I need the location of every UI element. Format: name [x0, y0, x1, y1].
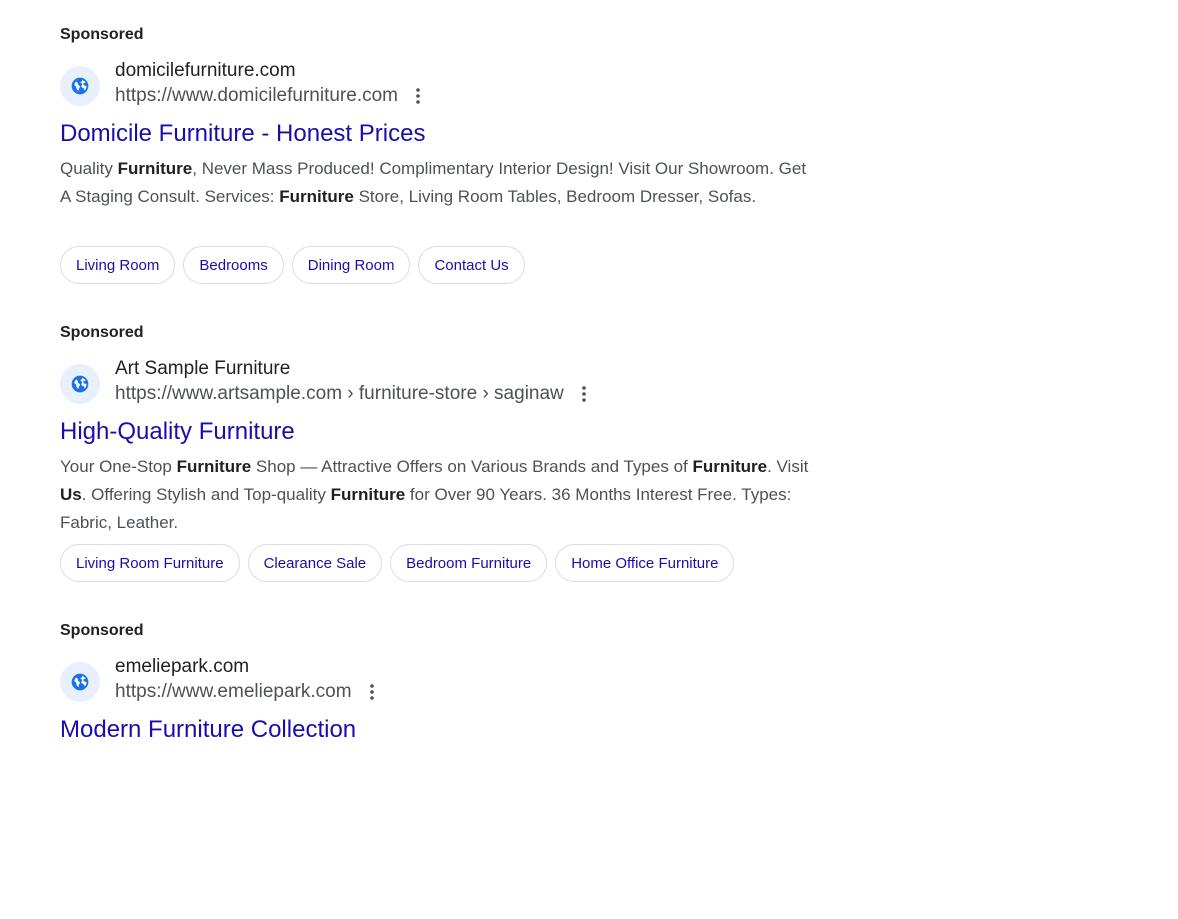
sponsored-label: Sponsored — [60, 622, 144, 639]
sitelink-chip[interactable]: Bedrooms — [183, 246, 284, 284]
more-options-icon[interactable] — [412, 86, 424, 106]
description-keyword: Us — [60, 485, 82, 504]
description-text: Shop — Attractive Offers on Various Bran… — [251, 457, 693, 476]
description-keyword: Furniture — [117, 159, 193, 178]
more-options-icon[interactable] — [366, 682, 378, 702]
sponsored-label: Sponsored — [60, 26, 144, 43]
sponsored-ad: Sponsored emeliepark.com https://www.eme… — [60, 621, 820, 919]
sponsored-ad: Sponsored Art Sample Furniture https://w… — [60, 323, 820, 621]
sitelink-chips: Living Room Furniture Clearance Sale Bedro… — [60, 544, 735, 582]
more-options-icon[interactable] — [578, 384, 590, 404]
sitelink-chip[interactable]: Living Room Furniture — [60, 544, 240, 582]
sitelink-chip[interactable]: Dining Room — [291, 246, 411, 284]
globe-icon — [71, 375, 89, 393]
ad-description: Your One-Stop Furniture Shop — Attractiv… — [60, 453, 820, 537]
ad-description: Quality Furniture, Never Mass Produced! … — [60, 155, 820, 211]
description-text: . Visit — [767, 457, 809, 476]
site-favicon[interactable] — [60, 364, 100, 404]
ad-headline-link[interactable]: Modern Furniture Collection — [60, 716, 356, 744]
site-favicon[interactable] — [60, 662, 100, 702]
advertiser-name[interactable]: emeliepark.com — [115, 656, 249, 678]
advertiser-name[interactable]: Art Sample Furniture — [115, 358, 290, 380]
sponsored-label: Sponsored — [60, 324, 144, 341]
description-keyword: Furniture — [692, 457, 768, 476]
display-url[interactable]: https://www.emeliepark.com — [115, 681, 352, 703]
sitelink-chip[interactable]: Contact Us — [418, 246, 525, 284]
ad-headline-link[interactable]: Domicile Furniture - Honest Prices — [60, 120, 425, 148]
sitelink-chips: Living Room Bedrooms Dining Room Contact Us — [60, 246, 525, 284]
description-text: Store, Living Room Tables, Bedroom Dress… — [353, 187, 757, 206]
sitelink-chip[interactable]: Living Room — [60, 246, 176, 284]
display-url[interactable]: https://www.domicilefurniture.com — [115, 85, 398, 107]
sponsored-ad: Sponsored domicilefurniture.com https://… — [60, 25, 820, 323]
site-favicon[interactable] — [60, 66, 100, 106]
description-keyword: Furniture — [330, 485, 406, 504]
description-text: Quality — [60, 159, 118, 178]
sitelink-chip[interactable]: Clearance Sale — [247, 544, 383, 582]
globe-icon — [71, 77, 89, 95]
search-results: Sponsored domicilefurniture.com https://… — [60, 25, 820, 919]
sitelink-chip[interactable]: Home Office Furniture — [555, 544, 735, 582]
description-keyword: Furniture — [176, 457, 252, 476]
description-text: Your One-Stop — [60, 457, 177, 476]
globe-icon — [71, 673, 89, 691]
description-text: . Offering Stylish and Top-quality — [81, 485, 331, 504]
description-keyword: Furniture — [279, 187, 354, 206]
ad-headline-link[interactable]: High-Quality Furniture — [60, 418, 295, 446]
advertiser-name[interactable]: domicilefurniture.com — [115, 60, 296, 82]
sitelink-chip[interactable]: Bedroom Furniture — [390, 544, 548, 582]
display-url[interactable]: https://www.artsample.com › furniture-st… — [115, 383, 564, 405]
